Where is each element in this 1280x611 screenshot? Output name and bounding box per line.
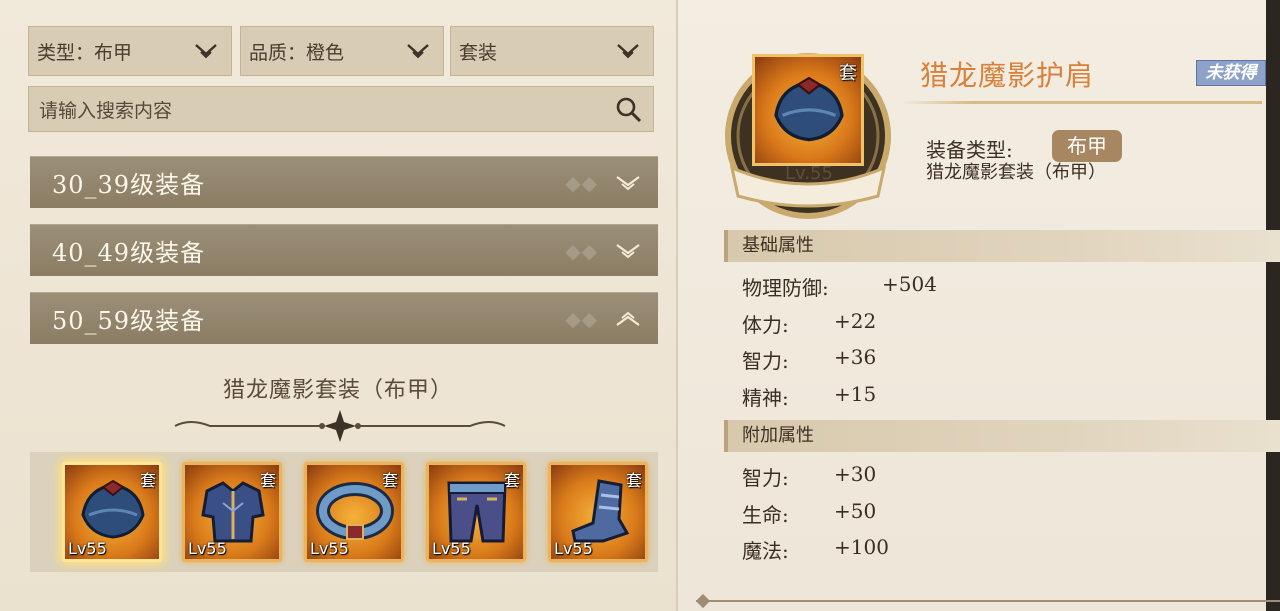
set-tag: 套 [625,471,642,490]
set-filter-label: 套装 [459,41,498,64]
equip-type-label: 装备类型: [926,138,1013,162]
stat-label: 智力: [742,466,789,490]
equip-type-tag: 布甲 [1052,130,1122,162]
item-slot-belt[interactable]: 套 Lv55 [304,462,404,562]
search-icon[interactable] [613,95,645,125]
stat-value: +30 [834,462,877,486]
name-underline [900,101,1262,104]
set-title: 猎龙魔影套装（布甲） [222,378,453,403]
stat-label: 精神: [742,386,789,410]
stat-row: 生命: +50 [742,499,876,528]
set-tag: 套 [503,471,520,490]
base-stats-header: 基础属性 [724,230,1280,262]
set-tag: 套 [139,471,156,490]
stat-row: 智力: +30 [742,462,876,491]
item-level: Lv55 [68,539,107,558]
level-group-50-59[interactable]: 50_59级装备 ◆◆ [30,292,658,344]
set-tag: 套 [381,471,398,490]
chevron-down-icon [407,44,429,59]
extra-stats-header: 附加属性 [724,420,1280,452]
stat-row: 物理防御: +504 [742,272,937,301]
level-group-label: 30_39级装备 [52,171,206,199]
item-name: 猎龙魔影护肩 [920,59,1095,92]
level-group-30-39[interactable]: 30_39级装备 ◆◆ [30,156,658,208]
quality-filter-label: 品质：橙色 [249,41,345,64]
stat-value: +100 [834,535,889,559]
level-group-40-49[interactable]: 40_49级装备 ◆◆ [30,224,658,276]
level-group-label: 40_49级装备 [52,239,206,267]
search-input[interactable]: 请输入搜索内容 [28,86,654,132]
item-level: Lv55 [432,539,471,558]
item-level: Lv55 [188,539,227,558]
stat-row: 精神: +15 [742,382,876,411]
stat-label: 体力: [742,313,789,337]
type-filter-label: 类型：布甲 [37,41,133,64]
stat-row: 体力: +22 [742,309,876,338]
item-level-ribbon: Lv.55 [785,163,833,184]
chevron-down-icon [617,44,639,59]
diamond-deco-icon: ◆◆ [565,239,598,263]
quality-filter-dropdown[interactable]: 品质：橙色 [240,26,444,76]
chevron-down-icon [195,44,217,59]
item-slot-legs[interactable]: 套 Lv55 [426,462,526,562]
bottom-divider [696,600,1280,602]
stat-label: 魔法: [742,539,789,563]
item-level: Lv55 [554,539,593,558]
stat-label: 生命: [742,503,789,527]
set-tag: 套 [839,63,857,84]
set-filter-dropdown[interactable]: 套装 [450,26,654,76]
selected-item-icon: 套 [752,54,864,166]
diamond-deco-icon: ◆◆ [565,171,598,195]
item-level: Lv55 [310,539,349,558]
status-badge: 未获得 [1196,60,1266,86]
stat-value: +50 [834,499,877,523]
screen-edge [1266,0,1280,611]
stat-label: 智力: [742,349,789,373]
item-slot-chest[interactable]: 套 Lv55 [182,462,282,562]
star-divider-ornament [174,410,506,442]
chevron-down-icon [616,176,640,191]
type-filter-dropdown[interactable]: 类型：布甲 [28,26,232,76]
stat-row: 智力: +36 [742,345,876,374]
chevron-up-icon [616,311,640,326]
set-tag: 套 [259,471,276,490]
stat-value: +15 [834,382,877,406]
search-placeholder: 请输入搜索内容 [39,99,173,122]
item-slot-boots[interactable]: 套 Lv55 [548,462,648,562]
diamond-deco-icon: ◆◆ [565,307,598,331]
stat-row: 魔法: +100 [742,535,889,564]
stat-value: +504 [882,272,937,296]
stat-value: +36 [834,345,877,369]
stat-value: +22 [834,309,877,333]
set-name: 猎龙魔影套装（布甲） [926,162,1106,183]
chevron-down-icon [616,244,640,259]
level-group-label: 50_59级装备 [52,307,206,335]
stat-label: 物理防御: [742,276,829,300]
item-slot-shoulder[interactable]: 套 Lv55 [62,462,162,562]
